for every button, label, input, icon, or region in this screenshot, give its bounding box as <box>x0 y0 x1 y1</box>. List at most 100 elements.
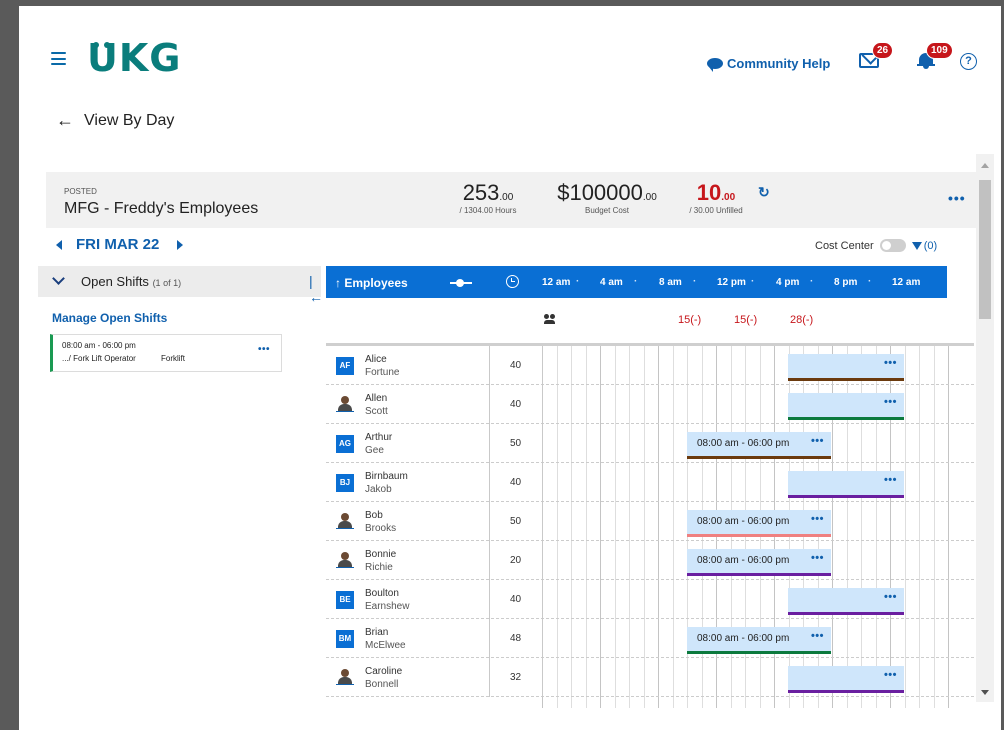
employee-hours: 40 <box>510 360 522 371</box>
employee-last-name: Scott <box>365 406 388 417</box>
open-shift-card[interactable]: 08:00 am - 06:00 pm .../ Fork Lift Opera… <box>50 334 282 372</box>
employee-row[interactable]: Caroline Bonnell 32 ••• <box>326 658 974 697</box>
employee-row[interactable]: BE Boulton Earnshew 40 ••• <box>326 580 974 619</box>
scroll-thumb[interactable] <box>979 180 991 319</box>
employee-first-name: Birnbaum <box>365 471 408 482</box>
employee-last-name: Earnshew <box>365 601 410 612</box>
shift-color-bar <box>687 456 831 459</box>
refresh-icon[interactable]: ↻ <box>758 184 770 201</box>
vertical-scrollbar[interactable] <box>976 154 994 702</box>
coverage-count: 15(-) <box>734 314 758 326</box>
shift-block[interactable]: ••• <box>788 471 904 498</box>
employee-hours: 40 <box>510 399 522 410</box>
employee-hours: 50 <box>510 438 522 449</box>
scroll-up-icon[interactable] <box>981 163 989 168</box>
manage-open-shifts-link[interactable]: Manage Open Shifts <box>52 311 167 325</box>
timeline-tick: 12 pm <box>717 277 746 288</box>
filter-icon <box>911 241 922 250</box>
help-icon[interactable]: ? <box>960 53 977 70</box>
employee-hours: 50 <box>510 516 522 527</box>
collapse-panel-icon[interactable]: |← <box>309 273 323 305</box>
shift-more-icon[interactable]: ••• <box>884 669 897 681</box>
shift-more-icon[interactable]: ••• <box>811 513 824 525</box>
current-date[interactable]: FRI MAR 22 <box>76 236 159 253</box>
shift-block[interactable]: ••• <box>788 588 904 615</box>
previous-day-icon[interactable] <box>56 239 62 250</box>
employee-row[interactable]: BM Brian McElwee 48 08:00 am - 06:00 pm ••• <box>326 619 974 658</box>
employee-last-name: McElwee <box>365 640 406 651</box>
timeline-tick: 4 pm <box>776 277 800 288</box>
status-label: POSTED <box>64 187 97 196</box>
timeline-tick: 12 am <box>542 277 571 288</box>
employee-first-name: Brian <box>365 627 389 638</box>
mail-count-badge: 26 <box>872 42 894 59</box>
employee-row[interactable]: Allen Scott 40 ••• <box>326 385 974 424</box>
employee-row[interactable]: Bob Brooks 50 08:00 am - 06:00 pm ••• <box>326 502 974 541</box>
shift-block[interactable]: 08:00 am - 06:00 pm ••• <box>687 432 831 459</box>
shift-more-icon[interactable]: ••• <box>884 396 897 408</box>
filter-button[interactable]: (0) <box>911 240 937 252</box>
employee-row[interactable]: Bonnie Richie 20 08:00 am - 06:00 pm ••• <box>326 541 974 580</box>
shift-more-icon[interactable]: ••• <box>811 552 824 564</box>
shift-block[interactable]: ••• <box>788 354 904 381</box>
shift-block[interactable]: ••• <box>788 666 904 693</box>
clock-icon[interactable] <box>506 275 519 288</box>
employee-hours: 32 <box>510 672 522 683</box>
shift-block[interactable]: 08:00 am - 06:00 pm ••• <box>687 549 831 576</box>
shift-more-icon[interactable]: ••• <box>884 474 897 486</box>
more-options-icon[interactable]: ••• <box>948 190 966 206</box>
ukg-logo: UKG <box>87 36 182 80</box>
community-help-link[interactable]: Community Help <box>707 56 830 72</box>
employee-last-name: Bonnell <box>365 679 399 690</box>
timeline-tick: 4 am <box>600 277 623 288</box>
shift-block[interactable]: ••• <box>788 393 904 420</box>
shift-time: 08:00 am - 06:00 pm <box>697 633 790 644</box>
budget-metric: $100000.00 Budget Cost <box>557 180 657 215</box>
notification-count-badge: 109 <box>926 42 953 59</box>
cost-center-toggle[interactable] <box>879 239 906 252</box>
shift-color-bar <box>788 612 904 615</box>
avatar: BM <box>336 630 354 648</box>
employee-first-name: Alice <box>365 354 387 365</box>
people-icon <box>544 314 556 324</box>
avatar: AG <box>336 435 354 453</box>
shift-color-bar <box>687 534 831 537</box>
date-navigator: FRI MAR 22 <box>56 236 184 253</box>
schedule-summary: POSTED MFG - Freddy's Employees 253.00 /… <box>46 172 976 228</box>
cost-center-control: Cost Center (0) <box>815 239 938 252</box>
employee-last-name: Brooks <box>365 523 397 534</box>
next-day-icon[interactable] <box>177 239 184 250</box>
zoom-slider[interactable] <box>450 279 472 287</box>
unfilled-metric: 10.00 / 30.00 Unfilled <box>689 180 743 215</box>
employee-row[interactable]: BJ Birnbaum Jakob 40 ••• <box>326 463 974 502</box>
shift-block[interactable]: 08:00 am - 06:00 pm ••• <box>687 510 831 537</box>
employee-row[interactable]: AG Arthur Gee 50 08:00 am - 06:00 pm ••• <box>326 424 974 463</box>
avatar: BE <box>336 591 354 609</box>
shift-more-icon[interactable]: ••• <box>884 591 897 603</box>
avatar-photo <box>336 550 354 568</box>
employee-first-name: Bonnie <box>365 549 397 560</box>
open-shifts-header: Open Shifts (1 of 1) |← <box>38 266 323 305</box>
back-arrow-icon[interactable]: ← <box>56 110 74 131</box>
employee-row[interactable]: AF Alice Fortune 40 ••• <box>326 346 974 385</box>
avatar-photo <box>336 667 354 685</box>
shift-time: 08:00 am - 06:00 pm <box>697 516 790 527</box>
team-name: MFG - Freddy's Employees <box>64 200 259 217</box>
menu-icon[interactable] <box>51 52 66 65</box>
avatar: AF <box>336 357 354 375</box>
shift-block[interactable]: 08:00 am - 06:00 pm ••• <box>687 627 831 654</box>
employees-sort[interactable]: ↑ Employees <box>335 276 408 290</box>
shift-color-bar <box>687 651 831 654</box>
employee-last-name: Richie <box>365 562 393 573</box>
employee-first-name: Caroline <box>365 666 403 677</box>
employee-hours: 20 <box>510 555 522 566</box>
shift-time: 08:00 am - 06:00 pm <box>697 555 790 566</box>
chevron-down-icon[interactable] <box>52 272 65 285</box>
shift-more-icon[interactable]: ••• <box>884 357 897 369</box>
timeline-tick: 8 pm <box>834 277 858 288</box>
shift-color-bar <box>788 495 904 498</box>
shift-more-icon[interactable]: ••• <box>811 435 824 447</box>
scroll-down-icon[interactable] <box>981 690 989 695</box>
card-more-icon[interactable]: ••• <box>258 344 270 355</box>
shift-more-icon[interactable]: ••• <box>811 630 824 642</box>
